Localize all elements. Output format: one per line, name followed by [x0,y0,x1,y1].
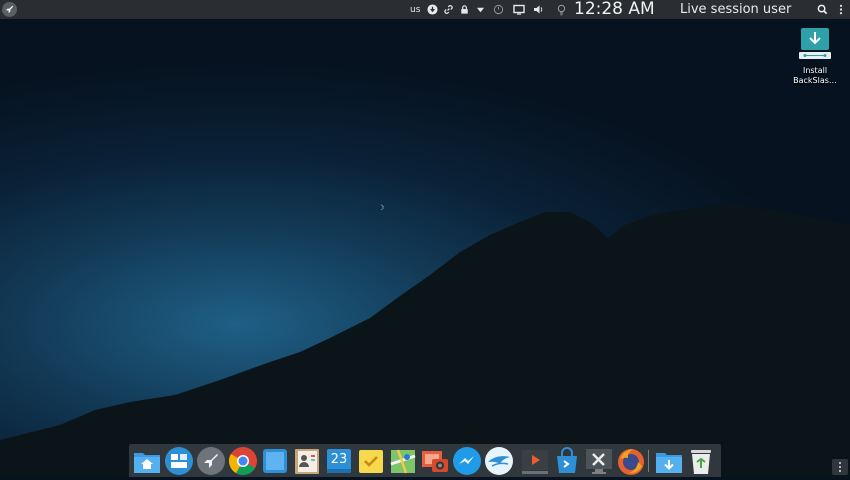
desktop-icon-label: Install BackSlas… [793,66,837,85]
install-download-icon [799,28,831,62]
moon: ☽ [378,204,385,212]
home-folder-icon[interactable] [132,446,162,476]
photo-booth-icon[interactable] [420,446,450,476]
keyboard-layout[interactable]: us [410,0,420,19]
search-icon[interactable] [816,3,829,16]
system-settings-icon[interactable] [584,446,614,476]
contacts-icon[interactable] [292,446,322,476]
launchpad-rocket-icon[interactable] [196,446,226,476]
corner-menu-button[interactable] [832,459,848,475]
top-panel: us 12:28 AM Live session user [0,0,850,19]
volume-icon[interactable] [532,3,545,16]
dock: 23 [129,444,721,477]
chrome-icon[interactable] [228,446,258,476]
power-icon[interactable] [492,3,505,16]
more-options-icon [839,462,841,472]
tasks-icon[interactable] [356,446,386,476]
multitasking-view-icon[interactable] [164,446,194,476]
display-icon[interactable] [512,3,525,16]
calendar-icon[interactable]: 23 [324,446,354,476]
session-user[interactable]: Live session user [680,0,791,19]
mail-bird-icon[interactable] [484,446,514,476]
update-icon[interactable] [426,3,439,16]
dock-separator [648,450,649,472]
firefox-icon[interactable] [616,446,646,476]
network-dropdown-icon[interactable] [474,3,487,16]
messenger-icon[interactable] [452,446,482,476]
trash-icon[interactable] [686,446,716,476]
downloads-folder-icon[interactable] [654,446,684,476]
wallpaper [0,205,850,477]
bulb-icon[interactable] [555,3,568,16]
more-options-icon[interactable] [834,3,847,16]
app-store-icon[interactable] [552,446,582,476]
video-player-icon[interactable] [520,446,550,476]
lock-icon[interactable] [458,3,471,16]
clock[interactable]: 12:28 AM [574,0,655,19]
note-app-icon[interactable] [260,446,290,476]
launcher-icon[interactable] [2,2,17,17]
desktop-icon-install[interactable]: Install BackSlas… [787,28,843,86]
calendar-day: 23 [330,452,348,467]
mountain-silhouette [0,205,850,477]
link-icon[interactable] [442,3,455,16]
maps-icon[interactable] [388,446,418,476]
